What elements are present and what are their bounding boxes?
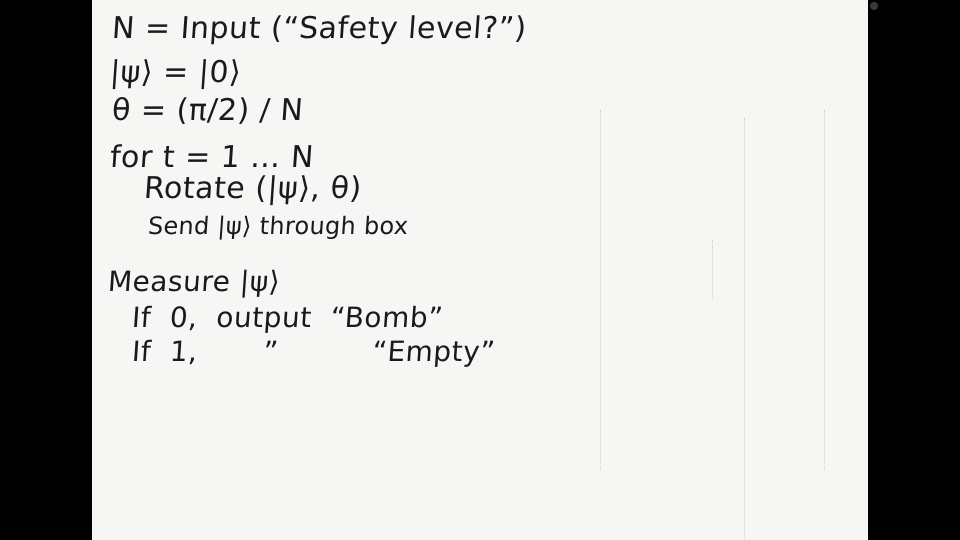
note-line-theta: θ = (π/2) / N: [110, 93, 305, 128]
note-line-for-loop: for t = 1 … N: [108, 140, 316, 175]
guide-line: [744, 118, 745, 540]
note-line-measure: Measure |ψ⟩: [106, 265, 282, 298]
guide-line: [824, 110, 825, 470]
note-line-rotate: Rotate (|ψ⟩, θ): [142, 171, 363, 206]
note-line-if-one: If 1, ” “Empty”: [130, 335, 497, 368]
screen: N = Input (“Safety level?”) |ψ⟩ = |0⟩ θ …: [0, 0, 960, 540]
recording-indicator-icon: [870, 2, 878, 10]
guide-line: [600, 110, 601, 470]
guide-line: [712, 240, 713, 300]
note-line-send: Send |ψ⟩ through box: [147, 212, 410, 240]
whiteboard-page: N = Input (“Safety level?”) |ψ⟩ = |0⟩ θ …: [92, 0, 868, 540]
note-line-state-init: |ψ⟩ = |0⟩: [108, 55, 243, 90]
note-line-if-zero: If 0, output “Bomb”: [130, 301, 445, 334]
note-line-input: N = Input (“Safety level?”): [110, 11, 528, 46]
